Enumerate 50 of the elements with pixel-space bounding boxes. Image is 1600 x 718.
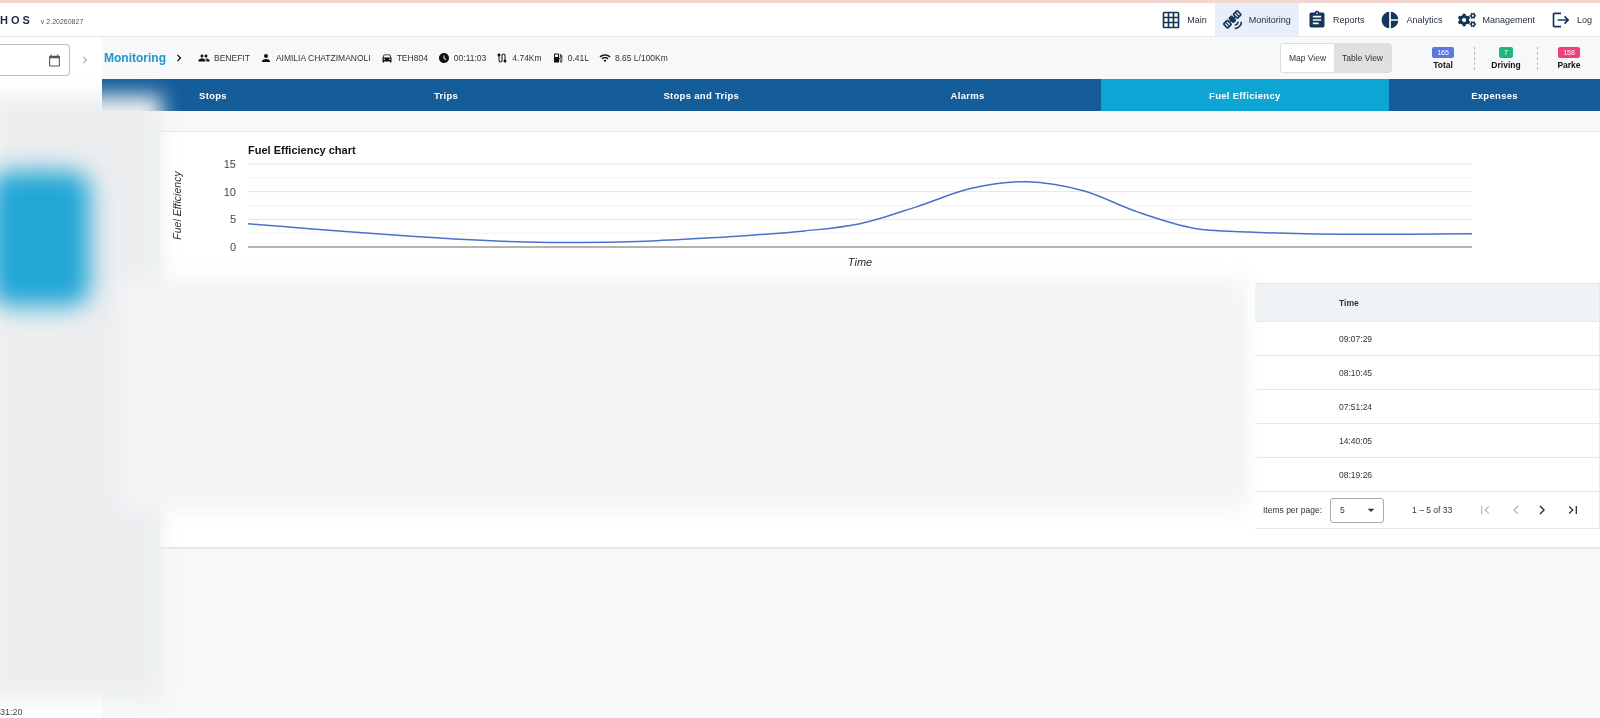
fuel-pump-icon [551,52,564,64]
page-size-select[interactable]: 5 [1330,497,1385,523]
grid-icon [1161,9,1182,30]
axis-tick-label: 0 [229,241,236,253]
view-toggle-button[interactable]: Table View [1334,44,1391,72]
vehicle-info: 4.74Km [512,53,542,63]
nav-link[interactable]: Monitoring [1214,3,1299,36]
vehicle-info: BENEFIT [214,53,250,63]
axis-tick-label: 10 [223,185,236,198]
chart-title: Fuel Efficiency chart [248,144,356,156]
vehicle-info: 0.41L [567,53,589,63]
date-field[interactable] [0,44,70,76]
app-logo: HOS [0,13,33,26]
calendar-icon [48,53,61,67]
route-icon [496,52,509,64]
people-icon [198,52,210,64]
nav-link[interactable]: Main [1153,3,1215,36]
vehicle-info: AIMILIA CHATZIMANOLI [275,53,371,63]
clock-icon [437,52,450,64]
table-cell: 09:07:29 [1339,333,1373,344]
view-toggle-button[interactable]: Map View [1280,44,1335,72]
counter-label: Parke [1557,59,1581,70]
vehicle-info: 8.65 L/100Km [614,53,668,63]
nav-link[interactable]: Reports [1298,3,1373,36]
car-icon [380,52,393,64]
axis-tick-label: 15 [223,158,236,170]
nav-link[interactable]: Log [1542,3,1600,36]
vehicle-info: TEH804 [396,53,428,63]
axis-tick-label: 5 [229,213,236,226]
nav-link[interactable]: Management [1450,3,1543,36]
table-cell: 08:19:26 [1339,469,1373,480]
nav-link[interactable]: Analytics [1372,3,1451,36]
axis-title: Time [847,256,873,268]
page-range-text: 1 – 5 of 33 [1412,505,1453,515]
chevron-right-icon [1539,505,1546,515]
column-header[interactable]: Time [1339,297,1359,308]
table-cell: 08:10:45 [1339,367,1373,378]
counter-label: Total [1433,59,1453,70]
pie-chart-icon [1380,9,1401,30]
gears-icon [1458,10,1477,29]
person-icon [259,52,272,64]
table-cell: 07:51:24 [1339,401,1373,412]
axis-title: Fuel Efficiency [171,171,183,240]
counter-label: Driving [1491,59,1521,70]
chevron-left-icon [1513,505,1520,515]
time-text: 31:20 [0,707,24,718]
table-cell: 14:40:05 [1339,435,1373,446]
vehicle-info: 00:11:03 [453,53,487,63]
wifi-icon [598,52,611,64]
items-per-page-label: Items per page: [1263,505,1323,515]
